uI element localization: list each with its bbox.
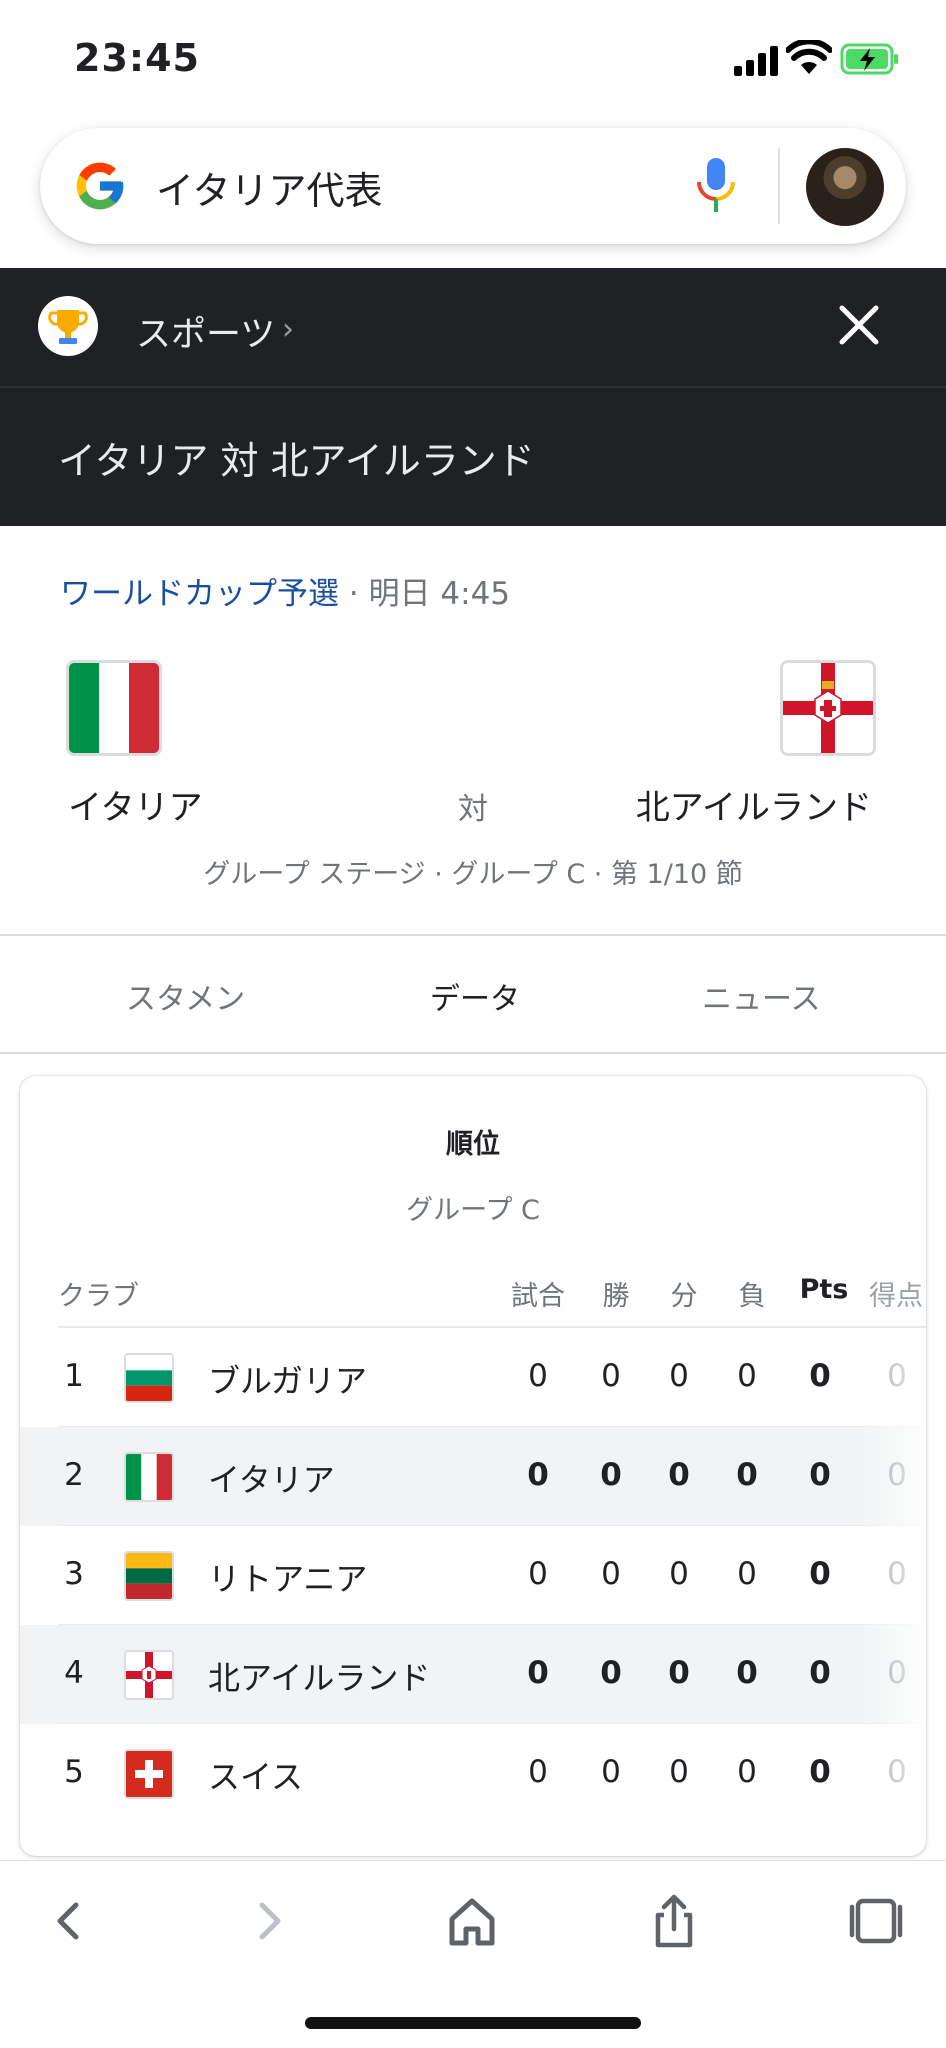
sports-category-row[interactable]: スポーツ › <box>0 268 946 386</box>
standings-group: グループ C <box>406 1195 540 1226</box>
sports-category-label[interactable]: スポーツ <box>136 306 275 357</box>
italy-flag-icon <box>124 1452 174 1502</box>
rank: 1 <box>64 1358 84 1394</box>
drawn: 0 <box>669 1754 689 1790</box>
home-icon[interactable] <box>442 1891 502 1951</box>
forward-icon[interactable] <box>240 1891 300 1951</box>
standings-row[interactable]: 1 ブルガリア 0 0 0 0 0 0 <box>20 1328 926 1427</box>
lost: 0 <box>737 1556 757 1592</box>
stage-info: グループ ステージ · グループ C · 第 1/10 節 <box>203 859 743 890</box>
tabs-divider <box>0 1052 946 1054</box>
tab-news[interactable]: ニュース <box>702 974 821 1018</box>
lost: 0 <box>737 1358 757 1394</box>
goals: 0 <box>887 1655 907 1691</box>
column-header-goals: 得点 <box>869 1281 923 1312</box>
points: 0 <box>809 1655 831 1691</box>
match-meta: ワールドカップ予選 · 明日 4:45 <box>60 568 510 613</box>
played: 0 <box>527 1457 549 1493</box>
goals: 0 <box>887 1556 907 1592</box>
column-header-club: クラブ <box>58 1281 139 1312</box>
won: 0 <box>600 1457 622 1493</box>
header-divider <box>0 386 946 388</box>
won: 0 <box>601 1754 621 1790</box>
search-divider <box>778 148 780 224</box>
won: 0 <box>600 1655 622 1691</box>
trophy-icon <box>38 296 98 356</box>
won: 0 <box>601 1358 621 1394</box>
points: 0 <box>809 1754 831 1790</box>
search-bar[interactable]: イタリア代表 <box>40 128 906 244</box>
rank: 5 <box>64 1754 84 1790</box>
drawn: 0 <box>669 1358 689 1394</box>
played: 0 <box>528 1754 548 1790</box>
away-team-name[interactable]: 北アイルランド <box>636 780 872 829</box>
standings-row[interactable]: 3 リトアニア 0 0 0 0 0 0 <box>20 1526 926 1625</box>
standings-row[interactable]: 2 イタリア 0 0 0 0 0 0 <box>20 1427 926 1526</box>
won: 0 <box>601 1556 621 1592</box>
points: 0 <box>809 1556 831 1592</box>
chevron-right-icon: › <box>282 312 294 347</box>
goals: 0 <box>887 1754 907 1790</box>
back-icon[interactable] <box>38 1891 98 1951</box>
cellular-signal-icon <box>734 46 778 76</box>
share-icon[interactable] <box>644 1891 704 1951</box>
versus-label: 対 <box>458 792 488 827</box>
drawn: 0 <box>668 1655 690 1691</box>
played: 0 <box>528 1358 548 1394</box>
goals: 0 <box>887 1358 907 1394</box>
account-avatar[interactable] <box>806 148 884 226</box>
sports-header: スポーツ › イタリア 対 北アイルランド <box>0 268 946 526</box>
standings-row[interactable]: 4 北アイルランド 0 0 0 0 0 0 <box>20 1625 926 1724</box>
divider <box>0 934 946 936</box>
lost: 0 <box>737 1754 757 1790</box>
meta-separator: · <box>339 576 369 612</box>
battery-charging-icon <box>840 43 898 75</box>
team-name: イタリア <box>208 1461 335 1499</box>
points: 0 <box>809 1457 831 1493</box>
close-icon[interactable] <box>836 302 882 348</box>
goals: 0 <box>887 1457 907 1493</box>
played: 0 <box>528 1556 548 1592</box>
home-team-name[interactable]: イタリア <box>68 780 203 829</box>
google-logo-icon <box>76 162 124 210</box>
team-name: ブルガリア <box>208 1362 368 1400</box>
rank: 2 <box>64 1457 84 1493</box>
standings-title: 順位 <box>446 1129 500 1160</box>
bulgaria-flag-icon <box>124 1353 174 1403</box>
match-title: イタリア 対 北アイルランド <box>58 439 535 483</box>
northern-ireland-flag-icon <box>124 1650 174 1700</box>
tab-lineup[interactable]: スタメン <box>126 974 245 1018</box>
tab-data[interactable]: データ <box>430 974 520 1018</box>
italy-flag-icon[interactable] <box>66 660 162 756</box>
northern-ireland-flag-icon[interactable] <box>780 660 876 756</box>
drawn: 0 <box>668 1457 690 1493</box>
status-bar: 23:45 <box>0 0 946 120</box>
lithuania-flag-icon <box>124 1551 174 1601</box>
switzerland-flag-icon <box>124 1749 174 1799</box>
page: 23:45 イタリア代表 スポーツ › イタリア 対 北アイルランド ワールドカ… <box>0 0 946 2048</box>
lost: 0 <box>736 1457 758 1493</box>
team-name: リトアニア <box>208 1560 368 1598</box>
rank: 4 <box>64 1655 84 1691</box>
search-input[interactable]: イタリア代表 <box>156 160 382 215</box>
tabs-icon[interactable] <box>846 1891 906 1951</box>
microphone-icon[interactable] <box>694 156 738 216</box>
team-name: スイス <box>208 1758 304 1796</box>
points: 0 <box>809 1358 831 1394</box>
competition-link[interactable]: ワールドカップ予選 <box>60 576 339 612</box>
drawn: 0 <box>669 1556 689 1592</box>
standings-row[interactable]: 5 スイス 0 0 0 0 0 0 <box>20 1724 926 1823</box>
status-time: 23:45 <box>74 36 200 80</box>
rank: 3 <box>64 1556 84 1592</box>
home-indicator[interactable] <box>305 2017 641 2029</box>
standings-card: 順位 グループ C クラブ 試合 勝 分 負 Pts 得点 1 ブルガリア 0 … <box>20 1076 926 1856</box>
team-name: 北アイルランド <box>208 1659 431 1697</box>
browser-toolbar <box>0 1860 946 2048</box>
played: 0 <box>527 1655 549 1691</box>
wifi-icon <box>786 40 832 74</box>
kickoff-time: 明日 4:45 <box>368 576 511 612</box>
lost: 0 <box>736 1655 758 1691</box>
